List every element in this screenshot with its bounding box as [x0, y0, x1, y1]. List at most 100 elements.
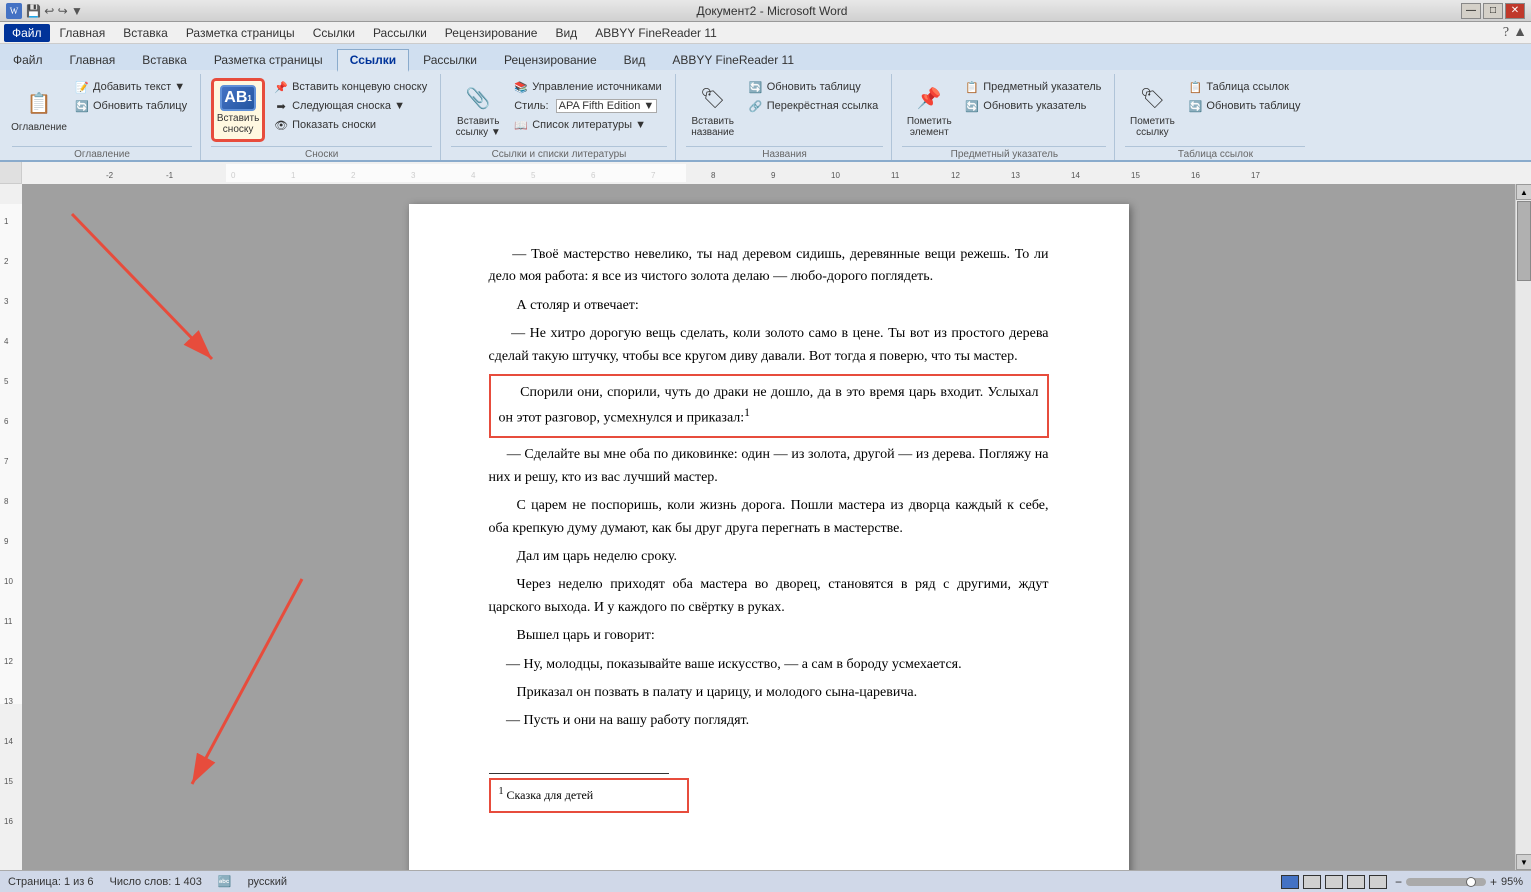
- menu-references[interactable]: Ссылки: [305, 24, 363, 42]
- scroll-up-button[interactable]: ▲: [1516, 184, 1531, 200]
- draft-button[interactable]: [1369, 875, 1387, 889]
- update-index-icon: 🔄: [965, 99, 979, 113]
- manage-sources-button[interactable]: 📚 Управление источниками: [509, 78, 666, 96]
- index-button[interactable]: 📋 Предметный указатель: [960, 78, 1106, 96]
- ribbon-collapse-icon[interactable]: ▲: [1513, 25, 1527, 41]
- menu-page-layout[interactable]: Разметка страницы: [178, 24, 303, 42]
- help-icon[interactable]: ?: [1503, 25, 1509, 41]
- status-right: − + 95%: [1281, 875, 1523, 889]
- mark-citation-button[interactable]: 🏷 Пометитьссылку: [1125, 78, 1179, 142]
- menu-abbyy[interactable]: ABBYY FineReader 11: [587, 24, 725, 42]
- insert-citation-button[interactable]: 📎 Вставитьссылку ▼: [451, 78, 505, 142]
- ruler-area: -2 -1 0 1 2 3 4 5 6 7 8 9 10 11 12 13 14: [0, 162, 1531, 184]
- scroll-down-button[interactable]: ▼: [1516, 854, 1531, 870]
- manage-sources-icon: 📚: [514, 80, 528, 94]
- print-layout-button[interactable]: [1281, 875, 1299, 889]
- menu-insert[interactable]: Вставка: [115, 24, 176, 42]
- menu-home[interactable]: Главная: [52, 24, 114, 42]
- ruler-corner: [0, 162, 22, 184]
- update-table-ogl-label: Обновить таблицу: [93, 100, 187, 112]
- minimize-button[interactable]: —: [1461, 3, 1481, 19]
- zoom-level: 95%: [1501, 876, 1523, 888]
- insert-caption-label: Вставитьназвание: [691, 116, 734, 138]
- para-9: Вышел царь и говорит:: [489, 625, 1049, 647]
- vertical-ruler: 1 2 3 4 5 6 7 8 9 10 11 12 13 14 15 16: [0, 184, 22, 870]
- update-index-label: Обновить указатель: [983, 100, 1086, 112]
- tab-file[interactable]: Файл: [0, 49, 56, 70]
- table-of-auth-icon: 📋: [1188, 80, 1202, 94]
- zoom-in-button[interactable]: +: [1490, 875, 1497, 889]
- next-footnote-label: Следующая сноска ▼: [292, 100, 405, 112]
- insert-footnote-button[interactable]: AB1 Вставитьсноску: [211, 78, 265, 142]
- insert-caption-button[interactable]: 🏷 Вставитьназвание: [686, 78, 740, 142]
- cross-ref-button[interactable]: 🔗 Перекрёстная ссылка: [744, 97, 884, 115]
- show-notes-button[interactable]: 👁 Показать сноски: [269, 116, 432, 134]
- menu-file[interactable]: Файл: [4, 24, 50, 42]
- footnote-separator: [489, 773, 669, 774]
- tab-review[interactable]: Рецензирование: [491, 49, 610, 70]
- svg-text:10: 10: [4, 577, 13, 586]
- cross-ref-icon: 🔗: [749, 99, 763, 113]
- menu-bar: Файл Главная Вставка Разметка страницы С…: [0, 22, 1531, 44]
- document-viewport[interactable]: — Твоё мастерство невелико, ты над дерев…: [22, 184, 1515, 870]
- snosk-content: AB1 Вставитьсноску 📌 Вставить концевую с…: [211, 74, 432, 146]
- scroll-thumb[interactable]: [1517, 201, 1531, 281]
- svg-text:6: 6: [4, 417, 9, 426]
- horizontal-ruler: -2 -1 0 1 2 3 4 5 6 7 8 9 10 11 12 13 14: [22, 162, 1531, 184]
- update-table-nazv-button[interactable]: 🔄 Обновить таблицу: [744, 78, 884, 96]
- update-table-ogl-button[interactable]: 🔄 Обновить таблицу: [70, 97, 192, 115]
- next-footnote-button[interactable]: ➡ Следующая сноска ▼: [269, 97, 432, 115]
- menu-review[interactable]: Рецензирование: [437, 24, 546, 42]
- window-controls[interactable]: — □ ✕: [1461, 3, 1525, 19]
- table-of-auth-button[interactable]: 📋 Таблица ссылок: [1183, 78, 1305, 96]
- zoom-out-button[interactable]: −: [1395, 875, 1402, 889]
- svg-text:14: 14: [4, 737, 13, 746]
- mark-citation-label: Пометитьссылку: [1130, 116, 1175, 138]
- language-indicator: русский: [248, 876, 287, 888]
- tab-view[interactable]: Вид: [611, 49, 659, 70]
- maximize-button[interactable]: □: [1483, 3, 1503, 19]
- svg-text:9: 9: [771, 171, 776, 180]
- update-table-tabl-button[interactable]: 🔄 Обновить таблицу: [1183, 97, 1305, 115]
- tab-home[interactable]: Главная: [57, 49, 129, 70]
- mark-entry-button[interactable]: 📌 Пометитьэлемент: [902, 78, 956, 142]
- style-value[interactable]: APA Fifth Edition ▼: [556, 99, 658, 113]
- menu-view[interactable]: Вид: [547, 24, 585, 42]
- scroll-track[interactable]: [1516, 200, 1531, 854]
- style-label: Стиль:: [514, 100, 551, 112]
- style-dropdown[interactable]: Стиль: APA Fifth Edition ▼: [509, 97, 666, 115]
- update-index-button[interactable]: 🔄 Обновить указатель: [960, 97, 1106, 115]
- menu-mailings[interactable]: Рассылки: [365, 24, 435, 42]
- update-table-nazv-icon: 🔄: [749, 80, 763, 94]
- zoom-slider[interactable]: [1406, 878, 1486, 886]
- outline-button[interactable]: [1347, 875, 1365, 889]
- footnote-content: 1 Сказка для детей: [499, 788, 594, 802]
- vertical-scrollbar[interactable]: ▲ ▼: [1515, 184, 1531, 870]
- tab-references[interactable]: Ссылки: [337, 49, 409, 72]
- para-2: А столяр и отвечает:: [489, 295, 1049, 317]
- update-table-ogl-icon: 🔄: [75, 99, 89, 113]
- tab-page-layout[interactable]: Разметка страницы: [201, 49, 336, 70]
- bibliography-button[interactable]: 📖 Список литературы ▼: [509, 116, 666, 134]
- ribbon-tabs: Файл Главная Вставка Разметка страницы С…: [0, 44, 1531, 70]
- tab-abbyy[interactable]: ABBYY FineReader 11: [659, 49, 807, 70]
- insert-endnote-button[interactable]: 📌 Вставить концевую сноску: [269, 78, 432, 96]
- insert-endnote-label: Вставить концевую сноску: [292, 81, 427, 93]
- add-text-button[interactable]: 📝 Добавить текст ▼: [70, 78, 192, 96]
- para-1: — Твоё мастерство невелико, ты над дерев…: [489, 244, 1049, 289]
- svg-text:10: 10: [831, 171, 840, 180]
- tab-mailings[interactable]: Рассылки: [410, 49, 490, 70]
- toc-button[interactable]: 📋 Оглавление: [12, 78, 66, 142]
- footnote-box: 1 Сказка для детей: [489, 778, 689, 813]
- close-button[interactable]: ✕: [1505, 3, 1525, 19]
- index-label: Предметный указатель: [983, 81, 1101, 93]
- toc-label: Оглавление: [11, 122, 67, 133]
- web-layout-button[interactable]: [1325, 875, 1343, 889]
- ribbon-content: 📋 Оглавление 📝 Добавить текст ▼ 🔄 Обнови…: [0, 70, 1531, 160]
- show-notes-label: Показать сноски: [292, 119, 376, 131]
- zoom-slider-thumb[interactable]: [1466, 877, 1476, 887]
- ribbon: Файл Главная Вставка Разметка страницы С…: [0, 44, 1531, 162]
- footnote-section: 1 Сказка для детей: [489, 773, 1049, 813]
- tab-insert[interactable]: Вставка: [129, 49, 200, 70]
- full-reading-button[interactable]: [1303, 875, 1321, 889]
